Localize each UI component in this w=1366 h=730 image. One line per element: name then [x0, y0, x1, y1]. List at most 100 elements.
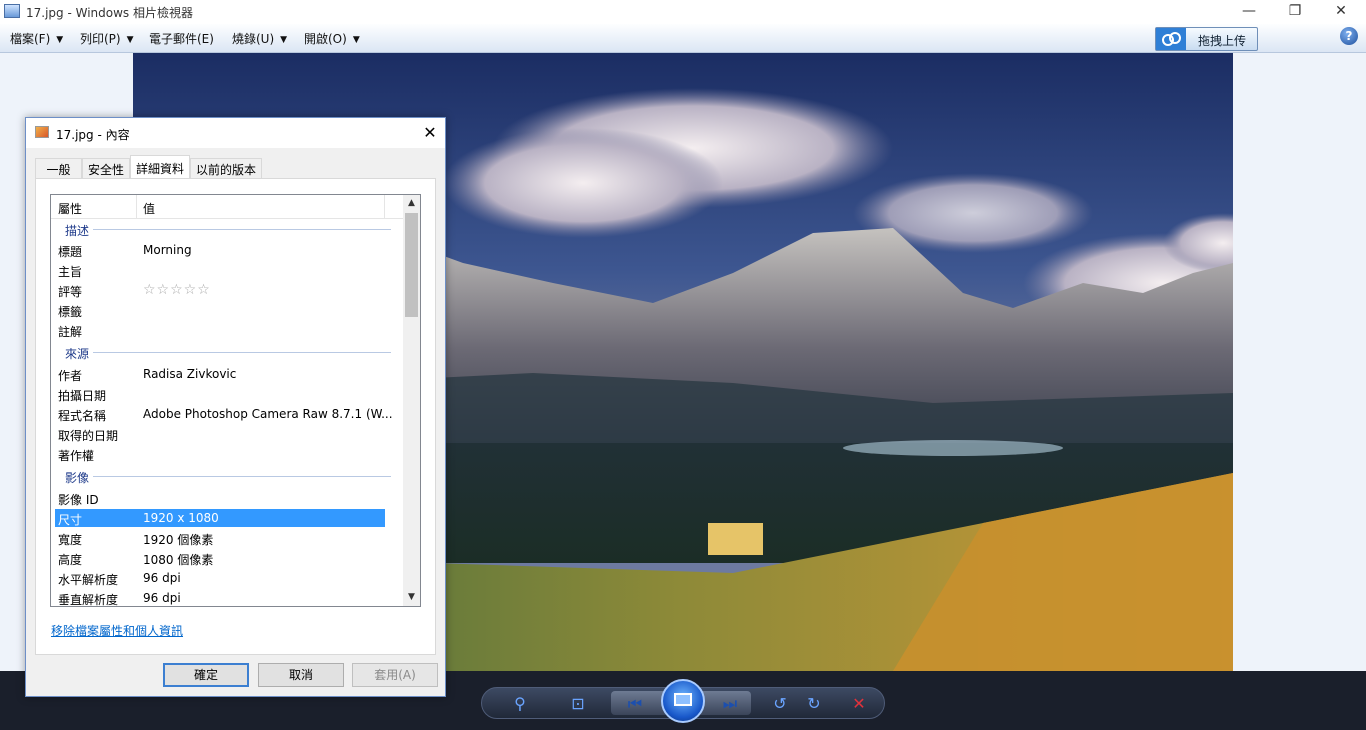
column-header: 屬性 值: [51, 195, 403, 219]
property-value: 1080 個像素: [143, 553, 214, 567]
delete-icon[interactable]: ✕: [847, 693, 871, 715]
menu-email[interactable]: 電子郵件(E): [149, 30, 214, 47]
menu-open-label: 開啟(O): [304, 32, 347, 46]
table-row[interactable]: 高度 1080 個像素: [55, 549, 385, 567]
property-key: 著作權: [58, 449, 95, 463]
photo-viewer-app-icon: [4, 4, 20, 18]
property-key: 高度: [58, 553, 83, 567]
table-row[interactable]: 標題 Morning: [55, 241, 385, 259]
menu-burn-label: 燒錄(U): [232, 32, 275, 46]
property-key: 作者: [58, 369, 83, 383]
property-key: 水平解析度: [58, 573, 119, 587]
table-row[interactable]: 評等 ☆☆☆☆☆: [55, 281, 385, 299]
cancel-button[interactable]: 取消: [258, 663, 344, 687]
group-divider: [93, 352, 391, 353]
table-row[interactable]: 寬度 1920 個像素: [55, 529, 385, 547]
group-image: 影像: [65, 471, 90, 485]
column-divider[interactable]: [384, 195, 385, 218]
cloud-upload-icon: [1156, 28, 1186, 50]
chevron-down-icon: ▼: [352, 34, 360, 45]
ok-button[interactable]: 確定: [163, 663, 249, 687]
next-icon[interactable]: ⏭: [718, 693, 742, 715]
property-key: 註解: [58, 325, 83, 339]
chevron-down-icon: ▼: [56, 34, 64, 45]
property-key: 主旨: [58, 265, 83, 279]
property-list[interactable]: 屬性 值 描述 標題 Morning 主旨 評等 ☆☆☆☆☆ 標籤 註解 來源 作者…: [50, 194, 421, 607]
table-row[interactable]: 水平解析度 96 dpi: [55, 569, 385, 587]
remove-properties-link[interactable]: 移除檔案屬性和個人資訊: [51, 622, 183, 639]
group-divider: [93, 476, 391, 477]
rating-stars[interactable]: ☆☆☆☆☆: [143, 282, 211, 298]
actual-size-icon[interactable]: ⊡: [566, 693, 590, 715]
menu-file-label: 檔案(F): [10, 32, 51, 46]
rotate-counterclockwise-icon[interactable]: ↺: [768, 693, 792, 715]
close-button[interactable]: ✕: [1318, 0, 1364, 24]
column-value[interactable]: 值: [143, 200, 155, 217]
rotate-clockwise-icon[interactable]: ↻: [802, 693, 826, 715]
zoom-icon[interactable]: ⚲: [508, 693, 532, 715]
menu-bar: 檔案(F) ▼ 列印(P) ▼ 電子郵件(E) 燒錄(U) ▼ 開啟(O) ▼ 拖拽上传…: [0, 24, 1366, 53]
menu-print-label: 列印(P): [80, 32, 121, 46]
title-bar: 17.jpg - Windows 相片檢視器 — ❐ ✕: [0, 0, 1366, 24]
chevron-down-icon: ▼: [280, 34, 288, 45]
vertical-scrollbar[interactable]: ▲ ▼: [403, 195, 420, 606]
property-key: 程式名稱: [58, 409, 107, 423]
details-panel: 屬性 值 描述 標題 Morning 主旨 評等 ☆☆☆☆☆ 標籤 註解 來源 作者…: [35, 178, 436, 655]
group-description: 描述: [65, 224, 90, 238]
window-title: 17.jpg - Windows 相片檢視器: [26, 6, 193, 20]
property-value: 96 dpi: [143, 571, 181, 585]
group-divider: [93, 229, 391, 230]
group-origin: 來源: [65, 347, 90, 361]
property-key: 尺寸: [58, 513, 83, 527]
table-row[interactable]: 註解: [55, 321, 385, 339]
slideshow-button[interactable]: [661, 679, 705, 723]
menu-email-label: 電子郵件(E): [149, 32, 214, 46]
tab-details[interactable]: 詳細資料: [130, 155, 190, 179]
help-icon[interactable]: ?: [1340, 27, 1358, 45]
property-value: Radisa Zivkovic: [143, 367, 237, 381]
upload-label: 拖拽上传: [1198, 34, 1247, 48]
restore-button[interactable]: ❐: [1272, 0, 1318, 24]
table-row[interactable]: 著作權: [55, 445, 385, 463]
slideshow-icon: [674, 693, 692, 706]
scroll-up-icon[interactable]: ▲: [403, 195, 420, 212]
column-divider[interactable]: [136, 195, 137, 218]
property-key: 寬度: [58, 533, 83, 547]
dialog-close-button[interactable]: ✕: [419, 122, 441, 144]
table-row[interactable]: 影像 ID: [55, 489, 385, 507]
table-row[interactable]: 取得的日期: [55, 425, 385, 443]
dialog-title-bar: 17.jpg - 內容 ✕: [26, 118, 445, 148]
scrollbar-thumb[interactable]: [405, 213, 418, 317]
tab-previous-versions[interactable]: 以前的版本: [190, 158, 262, 178]
scroll-down-icon[interactable]: ▼: [403, 589, 420, 606]
property-value: 1920 x 1080: [143, 511, 219, 525]
dialog-title: 17.jpg - 內容: [56, 128, 130, 142]
apply-button[interactable]: 套用(A): [352, 663, 438, 687]
table-row[interactable]: 作者 Radisa Zivkovic: [55, 365, 385, 383]
upload-button[interactable]: 拖拽上传: [1155, 27, 1258, 51]
property-value: 1920 個像素: [143, 533, 214, 547]
chevron-down-icon: ▼: [126, 34, 134, 45]
column-property[interactable]: 屬性: [58, 200, 82, 217]
tab-security[interactable]: 安全性: [82, 158, 130, 178]
menu-open[interactable]: 開啟(O) ▼: [304, 30, 360, 47]
previous-icon[interactable]: ⏮: [623, 693, 647, 715]
property-key: 影像 ID: [58, 493, 99, 507]
image-file-icon: [35, 126, 49, 138]
tab-general[interactable]: 一般: [35, 158, 82, 178]
table-row[interactable]: 垂直解析度 96 dpi: [55, 589, 385, 606]
table-row[interactable]: 程式名稱 Adobe Photoshop Camera Raw 8.7.1 (W.…: [55, 405, 393, 423]
table-row-selected[interactable]: 尺寸 1920 x 1080: [55, 509, 385, 527]
property-key: 標籤: [58, 305, 83, 319]
properties-dialog: 17.jpg - 內容 ✕ 一般 安全性 詳細資料 以前的版本 屬性 值 描述 …: [25, 117, 446, 697]
table-row[interactable]: 標籤: [55, 301, 385, 319]
menu-print[interactable]: 列印(P) ▼: [80, 30, 134, 47]
menu-burn[interactable]: 燒錄(U) ▼: [232, 30, 287, 47]
table-row[interactable]: 拍攝日期: [55, 385, 385, 403]
menu-file[interactable]: 檔案(F) ▼: [10, 30, 63, 47]
property-key: 取得的日期: [58, 429, 119, 443]
table-row[interactable]: 主旨: [55, 261, 385, 279]
minimize-button[interactable]: —: [1226, 0, 1272, 24]
property-value: Adobe Photoshop Camera Raw 8.7.1 (W...: [143, 407, 393, 421]
property-key: 標題: [58, 245, 83, 259]
